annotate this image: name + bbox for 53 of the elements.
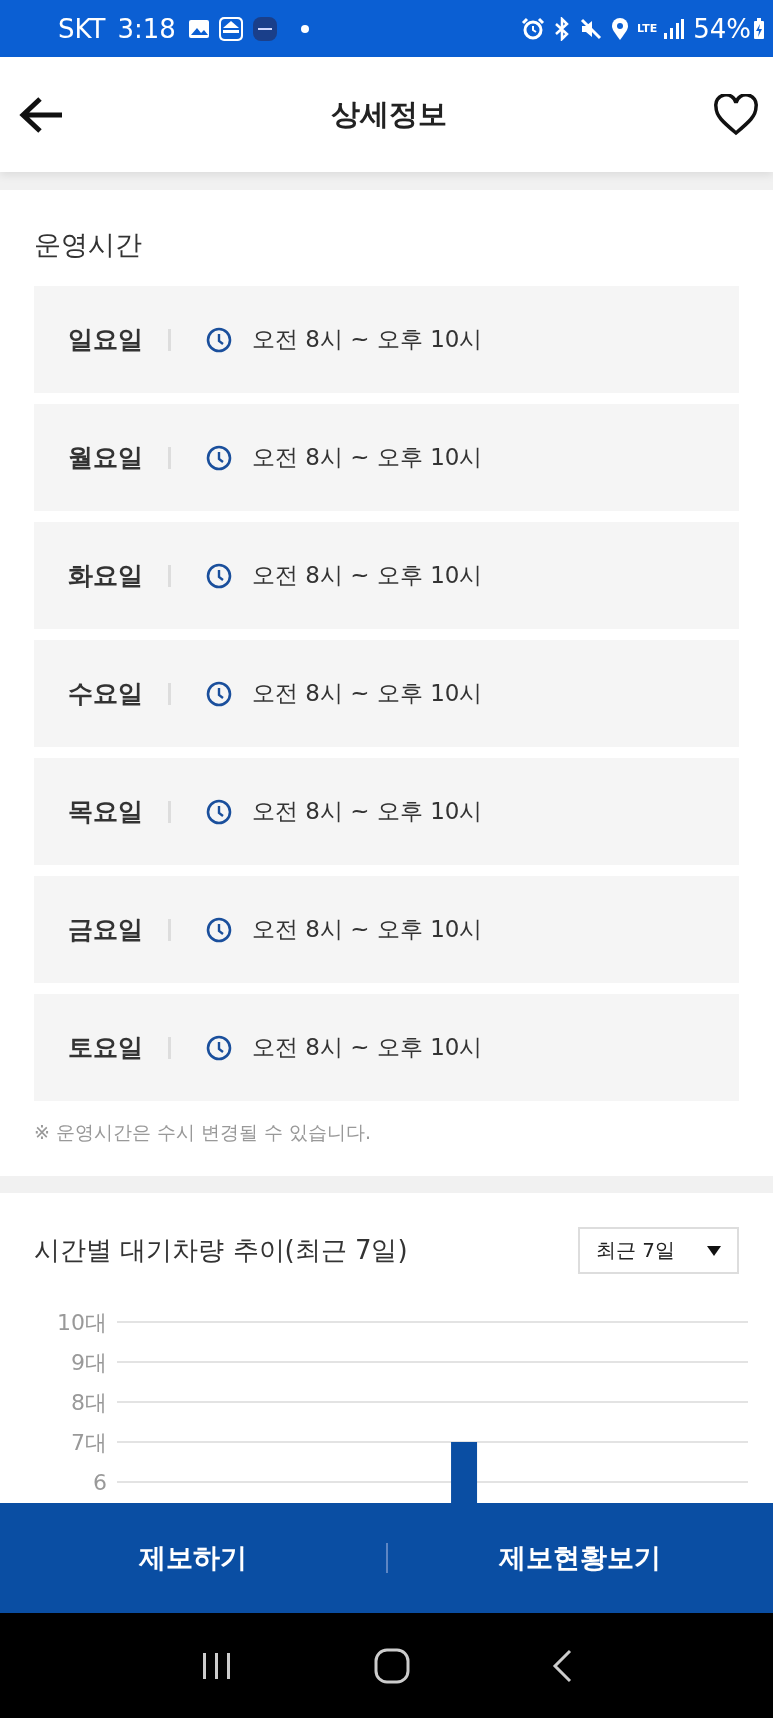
axis-label: 7대 — [71, 1430, 107, 1455]
clock-icon — [206, 1034, 232, 1061]
back-nav-button[interactable] — [550, 1648, 573, 1683]
clock-icon — [206, 562, 232, 589]
day-label: 일요일 — [68, 324, 144, 356]
section-title: 운영시간 — [34, 228, 143, 262]
axis-label: 10대 — [57, 1310, 107, 1335]
hours-text: 오전 8시 ~ 오후 10시 — [252, 797, 483, 826]
day-label: 금요일 — [68, 914, 144, 946]
day-label: 화요일 — [68, 560, 144, 592]
home-button[interactable] — [373, 1647, 410, 1684]
signal-icon — [663, 17, 686, 40]
axis-label: 8대 — [71, 1390, 107, 1415]
gallery-icon — [187, 18, 210, 39]
hours-text: 오전 8시 ~ 오후 10시 — [252, 915, 483, 944]
report-button[interactable]: 제보하기 — [0, 1503, 386, 1613]
network-label: LTE — [637, 23, 658, 34]
clock-icon — [206, 916, 232, 943]
clock-icon — [206, 444, 232, 471]
clock: 3:18 — [117, 15, 176, 42]
day-label: 토요일 — [68, 1032, 144, 1064]
back-button[interactable] — [18, 94, 64, 135]
alarm-icon — [521, 16, 545, 41]
bluetooth-icon — [553, 16, 571, 41]
mute-icon — [579, 16, 603, 41]
day-label: 월요일 — [68, 442, 144, 474]
clock-icon — [206, 326, 232, 353]
app-icon — [251, 15, 278, 42]
battery-icon — [753, 17, 765, 40]
clock-icon — [206, 680, 232, 707]
app-icon — [217, 15, 244, 42]
hours-text: 오전 8시 ~ 오후 10시 — [252, 443, 483, 472]
hours-text: 오전 8시 ~ 오후 10시 — [252, 1033, 483, 1062]
axis-label: 9대 — [71, 1350, 107, 1375]
period-dropdown[interactable]: 최근 7일 — [578, 1227, 739, 1274]
notice-text: ※ 운영시간은 수시 변경될 수 있습니다. — [34, 1120, 372, 1145]
caret-icon — [707, 1245, 721, 1256]
report-button[interactable]: 제보현황보기 — [387, 1503, 773, 1613]
dot-icon — [299, 23, 310, 34]
axis-label: 6 — [93, 1470, 107, 1495]
hours-text: 오전 8시 ~ 오후 10시 — [252, 325, 483, 354]
location-icon — [611, 16, 629, 41]
battery-percent: 54% — [693, 15, 751, 42]
page-title: 상세정보 — [330, 95, 447, 133]
favorite-button[interactable] — [713, 93, 759, 136]
day-label: 수요일 — [68, 678, 144, 710]
hours-text: 오전 8시 ~ 오후 10시 — [252, 561, 483, 590]
recent-apps-button[interactable] — [200, 1651, 233, 1680]
day-label: 목요일 — [68, 796, 144, 828]
chart-title: 시간별 대기차량 추이(최근 7일) — [34, 1234, 408, 1267]
clock-icon — [206, 798, 232, 825]
hours-text: 오전 8시 ~ 오후 10시 — [252, 679, 483, 708]
carrier: SKT — [58, 15, 106, 42]
